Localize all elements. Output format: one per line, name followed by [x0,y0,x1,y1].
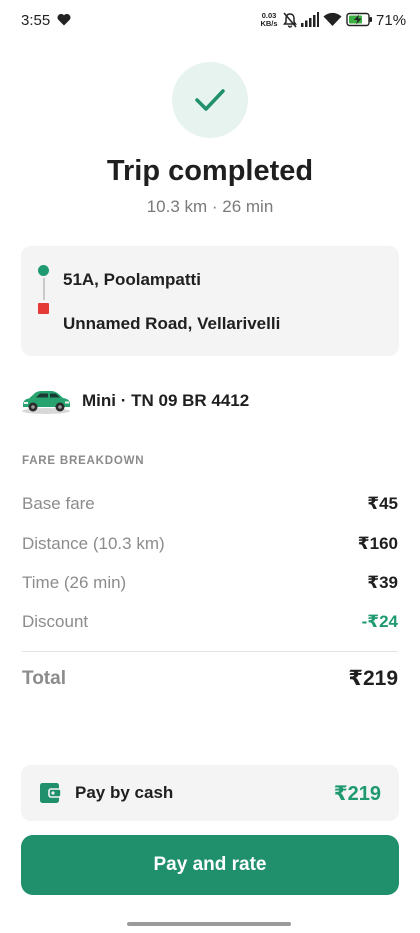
fare-label: Distance (10.3 km) [22,534,165,553]
vehicle-info: Mini · TN 09 BR 4412 [82,391,250,410]
heart-icon [57,13,71,26]
dropoff-square-icon [38,303,49,314]
silent-bell-icon [283,12,297,28]
page-title: Trip completed [106,155,314,187]
wifi-icon [323,12,342,26]
pay-and-rate-button[interactable]: Pay and rate [21,835,399,895]
car-icon [22,391,70,414]
home-indicator[interactable] [127,922,291,926]
status-bar: 3:55 0.03 KB/s 71% [0,0,420,42]
pickup-address: 51A, Poolampatti [63,270,201,289]
fare-row-time: Time (26 min) ₹39 [22,573,398,597]
divider [22,651,398,652]
payment-amount: ₹219 [333,783,381,805]
total-amount: ₹219 [348,667,398,690]
wallet-icon [40,783,61,803]
fare-label: Discount [22,612,89,631]
success-badge [172,62,248,138]
fare-amount: ₹39 [367,573,398,592]
payment-method-selector[interactable]: Pay by cash ₹219 [21,765,399,821]
battery-percent: 71% [376,12,407,29]
fare-row-base: Base fare ₹45 [22,494,398,518]
status-time: 3:55 [21,12,51,29]
signal-icon [301,12,319,27]
fare-row-distance: Distance (10.3 km) ₹160 [22,534,398,558]
fare-heading: FARE BREAKDOWN [22,455,145,467]
route-connector [43,278,45,300]
pickup-dot-icon [38,265,49,276]
fare-label: Base fare [22,494,95,513]
battery-charging-icon [346,12,372,27]
dropoff-address: Unnamed Road, Vellarivelli [63,314,281,333]
fare-row-discount: Discount -₹24 [22,612,398,636]
trip-summary: 10.3 km · 26 min [146,197,274,216]
total-label: Total [22,668,66,689]
payment-method-label: Pay by cash [75,783,174,802]
check-icon [195,89,225,111]
fare-label: Time (26 min) [22,573,127,592]
route-card: 51A, Poolampatti Unnamed Road, Vellarive… [21,246,399,356]
fare-amount: ₹160 [357,534,398,553]
network-speed: 0.03 KB/s [260,11,278,28]
discount-amount: -₹24 [361,612,398,631]
fare-amount: ₹45 [367,494,398,513]
